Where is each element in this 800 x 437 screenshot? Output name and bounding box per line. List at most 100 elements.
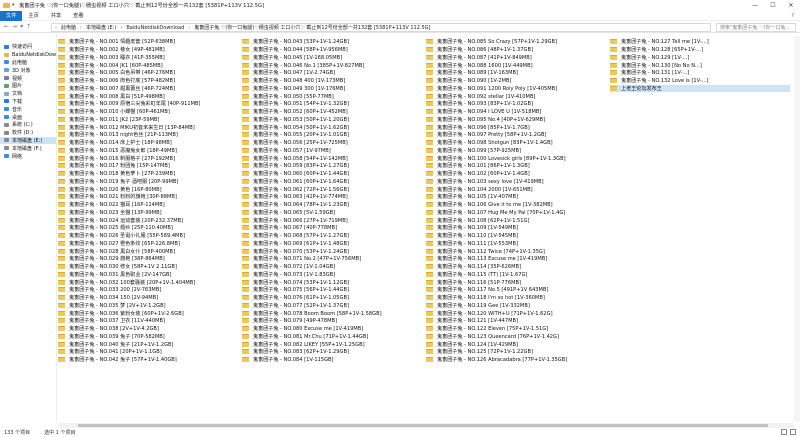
folder-item[interactable]: 鬼畜团子兔 - NO.077 [52P+1V-1.37GB]: [242, 302, 422, 310]
maximize-button[interactable]: ☐: [764, 0, 782, 11]
folder-item[interactable]: 鬼畜团子兔 - NO.045 [1V-168.05MB]: [242, 54, 422, 62]
folder-item[interactable]: 鬼畜团子兔 - NO.079 [49P-478MB]: [242, 317, 422, 325]
nav-item[interactable]: 快速访问: [0, 43, 56, 51]
folder-item[interactable]: 鬼畜团子兔 - NO.035 梦 [2V+1V-1.2GB]: [58, 302, 238, 310]
folder-item[interactable]: 鬼畜团子兔 - NO.036 紫粉女装 [60P+1V-2.6GB]: [58, 309, 238, 317]
folder-item[interactable]: 鬼畜团子兔 - NO.060 [60P+1V-1.44GB]: [242, 170, 422, 178]
folder-item[interactable]: 鬼畜团子兔 - NO.121 [1V-447MB]: [426, 317, 606, 325]
folder-item[interactable]: 鬼畜团子兔 - NO.104 2000 [1V-651MB]: [426, 185, 606, 193]
nav-item[interactable]: BaiduNetdiskDowr: [0, 51, 56, 59]
details-view-icon[interactable]: [781, 429, 787, 435]
folder-item[interactable]: 鬼畜团子兔 - NO.070 [53P+1V-1.24GB]: [242, 247, 422, 255]
folder-item[interactable]: 鬼畜团子兔 - NO.096 [85P+1V-1.7GB]: [426, 123, 606, 131]
back-icon[interactable]: ←: [4, 23, 9, 30]
folder-item[interactable]: 鬼畜团子兔 - NO.098 Shotgun [83P+1V-1.4GB]: [426, 139, 606, 147]
folder-item[interactable]: 鬼畜团子兔 - NO.014 床上护士 [18P-98MB]: [58, 139, 238, 147]
folder-item[interactable]: 鬼畜团子兔 - NO.073 [1V-1.83GB]: [242, 271, 422, 279]
folder-item[interactable]: 鬼畜团子兔 - NO.107 Hug Me My Pal [70P+1V-1.4…: [426, 209, 606, 217]
folder-item[interactable]: 鬼畜团子兔 - NO.076 [61P+1V-1.05GB]: [242, 294, 422, 302]
folder-item[interactable]: 鬼畜团子兔 - NO.018 黄色萝卜 [27P-239MB]: [58, 170, 238, 178]
folder-item[interactable]: 鬼畜团子兔 - NO.082 LIKEY [55P+1V-1.25GB]: [242, 340, 422, 348]
folder-item[interactable]: 鬼畜团子兔 - NO.015 恶魔兔女郎 [18P-49MB]: [58, 147, 238, 155]
folder-item[interactable]: 鬼畜团子兔 - NO.030 修女 [58P+1V 2.11GB]: [58, 263, 238, 271]
folder-item[interactable]: 鬼畜团子兔 - NO.114 [35P-626MB]: [426, 263, 606, 271]
folder-item[interactable]: 鬼畜团子兔 - NO.026 圣诞小礼服 [55P-589.4MB]: [58, 232, 238, 240]
folder-item[interactable]: 鬼畜团子兔 - NO.071 No.2 [47P+1V-756MB]: [242, 255, 422, 263]
folder-item[interactable]: 鬼畜团子兔 - NO.108 [62P+1V-1.51G]: [426, 216, 606, 224]
folder-item[interactable]: 鬼畜团子兔 - NO.012 MIKU初音未来生日 [13P-84MB]: [58, 123, 238, 131]
folder-item[interactable]: 鬼畜团子兔 - NO.117 No.5 [491P+1V 643MB]: [426, 286, 606, 294]
folder-item[interactable]: 鬼畜团子兔 - NO.130 [No No N...]: [610, 61, 790, 69]
folder-item[interactable]: 鬼畜团子兔 - NO.078 Boom Boom [58P+1V-1.58GB]: [242, 309, 422, 317]
folder-item[interactable]: 鬼畜团子兔 - NO.105 [1V-407MB]: [426, 193, 606, 201]
folder-item[interactable]: 鬼畜团子兔 - NO.087 [41P+1V-849MB]: [426, 54, 606, 62]
folder-item[interactable]: 鬼畜团子兔 - NO.100 Lovesick girls [89P+1V-1.…: [426, 154, 606, 162]
nav-item[interactable]: 本地磁盘 (E:): [0, 136, 56, 145]
folder-item[interactable]: 鬼畜团子兔 - NO.050 [55P-77MB]: [242, 92, 422, 100]
folder-item[interactable]: 上老王论坛发布王: [610, 84, 790, 93]
folder-item[interactable]: 鬼畜团子兔 - NO.002 巷女 [49P-481MB]: [58, 46, 238, 54]
folder-item[interactable]: 鬼畜团子兔 - NO.072 [1V-1.04GB]: [242, 263, 422, 271]
folder-item[interactable]: 鬼畜团子兔 - NO.007 甜黑蕾丝 [46P-724MB]: [58, 85, 238, 93]
folder-item[interactable]: 鬼畜团子兔 - NO.054 [50P+1V-1.62GB]: [242, 123, 422, 131]
search-input[interactable]: 搜索"鬼畜团子兔 ♡(你一口兔...: [716, 23, 796, 32]
folder-item[interactable]: 鬼畜团子兔 - NO.019 兔子 酒吧服 [20P-99MB]: [58, 178, 238, 186]
folder-item[interactable]: 鬼畜团子兔 - NO.041 [20P+1V-1.1GB]: [58, 348, 238, 356]
folder-item[interactable]: 鬼畜团子兔 - NO.110 [1V-545MB]: [426, 232, 606, 240]
folder-item[interactable]: 鬼畜团子兔 - NO.132 Love is [1V-...]: [610, 77, 790, 85]
folder-item[interactable]: 鬼畜团子兔 - NO.119 Gee [1V-332MB]: [426, 302, 606, 310]
folder-item[interactable]: 鬼畜团子兔 - NO.068 [57P+1V-1.27GB]: [242, 232, 422, 240]
folder-item[interactable]: 鬼畜团子兔 - NO.123 Queencard [76P+1V-1.42G]: [426, 333, 606, 341]
folder-item[interactable]: 鬼畜团子兔 - NO.127 Tell me [1V-...]: [610, 38, 790, 46]
folder-item[interactable]: 鬼畜团子兔 - NO.013 night色丝 [21P-113MB]: [58, 131, 238, 139]
nav-item[interactable]: 3D 对象: [0, 66, 56, 74]
folder-item[interactable]: 鬼畜团子兔 - NO.009 原宿三尖兔彩虹年尾 [40P-911MB]: [58, 100, 238, 108]
folder-item[interactable]: 鬼畜团子兔 - NO.027 橙色条纹 [65P-226.8MB]: [58, 240, 238, 248]
folder-item[interactable]: 鬼畜团子兔 - NO.028 黑白女仆 [58P-400MB]: [58, 247, 238, 255]
folder-item[interactable]: 鬼畜团子兔 - NO.039 兔子 [70P-582MB]: [58, 333, 238, 341]
folder-item[interactable]: 鬼畜团子兔 - NO.102 [60P+1V-1.4GB]: [426, 170, 606, 178]
folder-item[interactable]: 鬼畜团子兔 - NO.064 [78P+1V-1.23GB]: [242, 201, 422, 209]
breadcrumb-current-folder[interactable]: 鬼畜团子兔 ♡(你一口兔腿)♡穗虫视频 工口小穴♡ 截止到12号份全部一共132…: [194, 24, 430, 31]
folder-item[interactable]: 鬼畜团子兔 - NO.131 [1V-...]: [610, 69, 790, 77]
minimize-button[interactable]: —: [746, 0, 764, 11]
folder-item[interactable]: 鬼畜团子兔 - NO.120 WITH+U [71P+1V-1.62G]: [426, 309, 606, 317]
folder-item[interactable]: 鬼畜团子兔 - NO.111 [1V-553MB]: [426, 240, 606, 248]
folder-item[interactable]: 鬼畜团子兔 - NO.103 sexy love [1V-419MB]: [426, 178, 606, 186]
folder-item[interactable]: 鬼畜团子兔 - NO.126 Abracadabra [77P+1V-1.35G…: [426, 356, 606, 364]
folder-item[interactable]: 鬼畜团子兔 - NO.109 [1V-549MB]: [426, 224, 606, 232]
folder-item[interactable]: 鬼畜团子兔 - NO.008 黑白 [51P-498MB]: [58, 92, 238, 100]
folder-item[interactable]: 鬼畜团子兔 - NO.099 [57P-925MB]: [426, 147, 606, 155]
folder-item[interactable]: 鬼畜团子兔 - NO.116 [51P-776MB]: [426, 278, 606, 286]
folder-item[interactable]: 鬼畜团子兔 - NO.063 [42P+1V-774MB]: [242, 193, 422, 201]
folder-item[interactable]: 鬼畜团子兔 - NO.086 [48P+1V-1.37GB]: [426, 46, 606, 54]
folder-item[interactable]: 鬼畜团子兔 - NO.047 [1V-2.74GB]: [242, 69, 422, 77]
folder-item[interactable]: 鬼畜团子兔 - NO.084 [1V-115GB]: [242, 356, 422, 364]
folder-item[interactable]: 鬼畜团子兔 - NO.118 I'm so hot [1V-360MB]: [426, 294, 606, 302]
folder-item[interactable]: 鬼畜团子兔 - NO.052 [60P+1V-452MB]: [242, 108, 422, 116]
folder-item[interactable]: 鬼畜团子兔 - NO.061 [60P+1V-1.64GB]: [242, 178, 422, 186]
breadcrumb-drive-e[interactable]: 本地磁盘 (E:): [86, 24, 116, 31]
folder-item[interactable]: 鬼畜团子兔 - NO.093 [83P+1V-1.02GB]: [426, 100, 606, 108]
folder-item[interactable]: 鬼畜团子兔 - NO.066 [27P+1V-719MB]: [242, 216, 422, 224]
help-icon[interactable]: ?: [791, 13, 794, 19]
folder-item[interactable]: 鬼畜团子兔 - NO.125 [72P+1V-1.22GB]: [426, 348, 606, 356]
folder-item[interactable]: 鬼畜团子兔 - NO.010 小蝶猫 [60P-461MB]: [58, 108, 238, 116]
folder-item[interactable]: 鬼畜团子兔 - NO.042 兔子 [57P+1V-1.40GB]: [58, 356, 238, 364]
folder-item[interactable]: 鬼畜团子兔 - NO.074 [53P+1V-1.12GB]: [242, 278, 422, 286]
vertical-scrollbar[interactable]: [794, 36, 800, 422]
folder-item[interactable]: 鬼畜团子兔 - NO.011 JK2 [23P-59MB]: [58, 116, 238, 124]
nav-item[interactable]: 文档: [0, 90, 56, 98]
folder-item[interactable]: 鬼畜团子兔 - NO.038 [2V+1V-4.2GB]: [58, 325, 238, 333]
tab-home[interactable]: 主页: [22, 11, 44, 21]
folder-item[interactable]: 鬼畜团子兔 - NO.065 [5V-1.59GB]: [242, 209, 422, 217]
folder-item[interactable]: 鬼畜团子兔 - NO.024 运动套装 [20P-232.37MB]: [58, 216, 238, 224]
folder-item[interactable]: 鬼畜团子兔 - NO.097 Pretty [58P+1V-1.2GB]: [426, 131, 606, 139]
folder-item[interactable]: 鬼畜团子兔 - NO.092 stellar [1V-410MB]: [426, 92, 606, 100]
folder-item[interactable]: 鬼畜团子兔 - NO.020 黄色 [16P-80MB]: [58, 185, 238, 193]
nav-item[interactable]: 此电脑: [0, 59, 56, 67]
folder-item[interactable]: 鬼畜团子兔 - NO.029 旗袍 [38P-864MB]: [58, 255, 238, 263]
folder-item[interactable]: 鬼畜团子兔 - NO.003 睡衣 [41P-355MB]: [58, 54, 238, 62]
folder-item[interactable]: 鬼畜团子兔 - NO.032 100套骚装 [20P+1V-1.404MB]: [58, 278, 238, 286]
folder-item[interactable]: 鬼畜团子兔 - NO.005 白色吊带 [46P-276MB]: [58, 69, 238, 77]
